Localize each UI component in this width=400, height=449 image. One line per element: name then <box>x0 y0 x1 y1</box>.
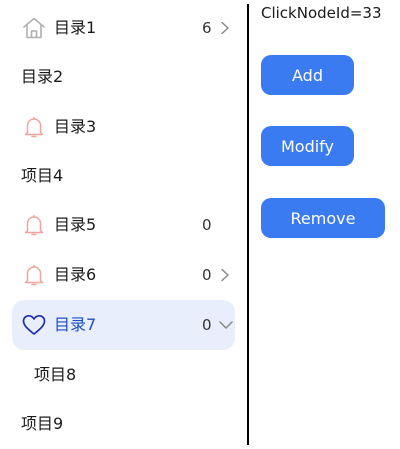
chevron-down-icon[interactable] <box>218 317 234 333</box>
tree-node-3[interactable]: 目录3 <box>12 102 235 152</box>
tree-node-9[interactable]: 项目9 <box>12 399 235 449</box>
home-icon <box>23 17 45 39</box>
click-node-id-text: ClickNodeId=33 <box>261 4 382 22</box>
bell-icon <box>24 214 44 236</box>
bell-icon <box>24 264 44 286</box>
tree-node-7[interactable]: 目录7 0 <box>12 300 235 350</box>
chevron-right-icon[interactable] <box>218 267 232 283</box>
tree-node-label: 项目8 <box>34 365 77 384</box>
tree-node-1[interactable]: 目录1 6 <box>12 3 235 53</box>
tree-node-label: 目录5 <box>54 215 97 234</box>
modify-button[interactable]: Modify <box>261 126 354 166</box>
tree-view: 目录1 6 目录2 目录3 项目4 目录5 0 目录6 0 目录7 0 项目8 … <box>0 0 246 445</box>
chevron-right-icon[interactable] <box>218 20 232 36</box>
tree-node-label: 目录2 <box>21 67 64 86</box>
tree-node-8[interactable]: 项目8 <box>12 350 235 400</box>
add-button[interactable]: Add <box>261 55 354 95</box>
remove-button[interactable]: Remove <box>261 198 385 238</box>
bell-icon <box>24 116 44 138</box>
heart-icon <box>22 314 46 335</box>
tree-node-6[interactable]: 目录6 0 <box>12 250 235 300</box>
tree-node-5[interactable]: 目录5 0 <box>12 200 235 250</box>
tree-node-label: 项目4 <box>21 166 64 185</box>
tree-node-2[interactable]: 目录2 <box>12 52 235 102</box>
tree-node-count: 0 <box>202 266 212 284</box>
tree-node-label: 目录3 <box>54 117 97 136</box>
tree-node-4[interactable]: 项目4 <box>12 151 235 201</box>
tree-node-label: 项目9 <box>21 414 64 433</box>
vertical-divider <box>247 4 249 445</box>
tree-node-label: 目录1 <box>54 18 97 37</box>
tree-node-count: 0 <box>202 316 212 334</box>
tree-node-label: 目录6 <box>54 265 97 284</box>
tree-node-label: 目录7 <box>54 315 97 334</box>
tree-node-count: 0 <box>202 216 212 234</box>
tree-node-count: 6 <box>202 19 212 37</box>
